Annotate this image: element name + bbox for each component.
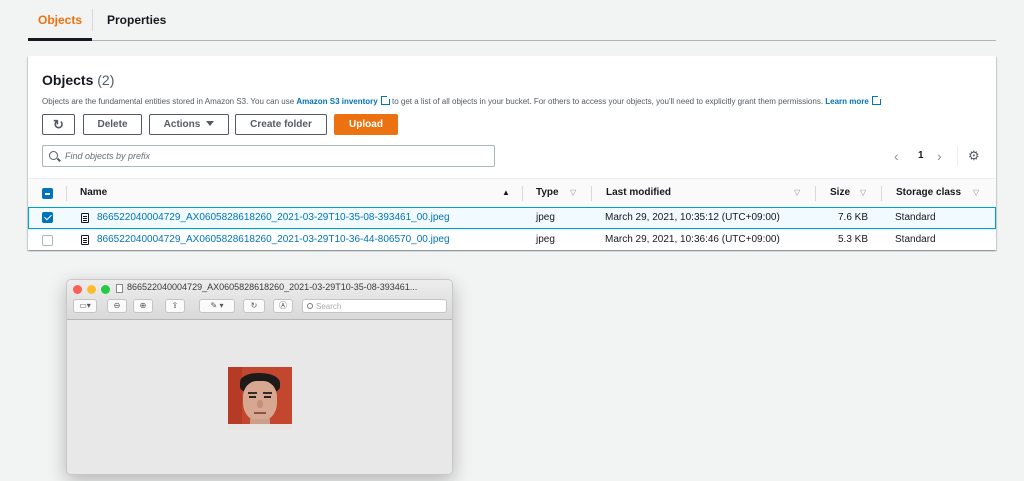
face-photo: [228, 367, 292, 430]
object-type: jpeg: [536, 212, 555, 223]
object-last-modified: March 29, 2021, 10:36:46 (UTC+09:00): [605, 234, 780, 245]
column-divider: [815, 186, 816, 201]
prev-page-button[interactable]: ‹: [894, 145, 899, 167]
row-checkbox[interactable]: [42, 212, 53, 223]
object-size: 7.6 KB: [838, 212, 869, 223]
learn-more-link[interactable]: Learn more: [825, 97, 869, 106]
object-count: (2): [97, 72, 115, 88]
object-size: 5.3 KB: [838, 234, 869, 245]
external-link-icon: [380, 95, 391, 105]
sort-ascending-icon[interactable]: ▲: [502, 179, 510, 207]
sort-icon[interactable]: ▽: [794, 179, 800, 207]
tab-bar: Objects Properties: [28, 0, 996, 41]
tab-objects[interactable]: Objects: [28, 0, 92, 41]
divider: [957, 146, 958, 166]
sort-icon[interactable]: ▽: [860, 179, 866, 207]
search-icon: [307, 303, 313, 309]
table-header: Name ▲ Type ▽ Last modified ▽ Size ▽ Sto…: [28, 178, 996, 208]
object-storage-class: Standard: [895, 234, 936, 245]
file-icon: [81, 235, 89, 245]
column-header-name[interactable]: Name: [80, 179, 107, 207]
preview-window: 866522040004729_AX0605828618260_2021-03-…: [66, 279, 453, 475]
document-icon: [116, 284, 123, 293]
select-all-checkbox[interactable]: [42, 188, 53, 199]
refresh-icon: ↻: [53, 117, 64, 132]
window-title: 866522040004729_AX0605828618260_2021-03-…: [127, 282, 418, 292]
upload-button[interactable]: Upload: [334, 114, 398, 135]
table-row[interactable]: 866522040004729_AX0605828618260_2021-03-…: [28, 207, 996, 229]
search-box: [42, 145, 495, 167]
object-name-link[interactable]: 866522040004729_AX0605828618260_2021-03-…: [97, 230, 450, 250]
column-divider: [66, 186, 67, 201]
s3-inventory-link[interactable]: Amazon S3 inventory: [296, 97, 377, 106]
preview-canvas: [67, 320, 452, 474]
row-checkbox[interactable]: [42, 235, 53, 246]
tab-properties[interactable]: Properties: [92, 9, 166, 31]
object-storage-class: Standard: [895, 212, 936, 223]
actions-button[interactable]: Actions: [149, 114, 229, 135]
zoom-in-icon[interactable]: ⊕: [133, 299, 153, 313]
description-text-1: Objects are the fundamental entities sto…: [42, 97, 297, 106]
close-window-button[interactable]: [73, 285, 82, 294]
page-number[interactable]: 1: [918, 145, 924, 167]
create-folder-button[interactable]: Create folder: [235, 114, 327, 135]
next-page-button[interactable]: ›: [937, 145, 942, 167]
window-titlebar[interactable]: 866522040004729_AX0605828618260_2021-03-…: [67, 280, 452, 320]
zoom-window-button[interactable]: [101, 285, 110, 294]
actions-label: Actions: [163, 119, 201, 130]
column-divider: [881, 186, 882, 201]
object-type: jpeg: [536, 234, 555, 245]
preview-search-input[interactable]: [316, 301, 441, 311]
file-icon: [81, 213, 89, 223]
sort-icon[interactable]: ▽: [570, 179, 576, 207]
panel-title: Objects (2): [42, 72, 114, 88]
markup-pen-icon[interactable]: ✎ ▾: [199, 299, 235, 313]
objects-panel: Objects (2) Objects are the fundamental …: [28, 56, 996, 250]
object-last-modified: March 29, 2021, 10:35:12 (UTC+09:00): [605, 212, 780, 223]
sort-icon[interactable]: ▽: [973, 179, 979, 207]
column-divider: [522, 186, 523, 201]
caret-down-icon: [206, 121, 215, 126]
column-header-last-modified[interactable]: Last modified: [606, 179, 671, 207]
external-link-icon: [871, 95, 882, 105]
settings-gear-icon[interactable]: ⚙: [968, 148, 980, 164]
refresh-button[interactable]: ↻: [42, 114, 75, 135]
object-name-link[interactable]: 866522040004729_AX0605828618260_2021-03-…: [97, 208, 450, 228]
search-input[interactable]: [65, 148, 485, 164]
column-divider: [591, 186, 592, 201]
search-icon: [49, 151, 58, 160]
share-icon[interactable]: ⇪: [165, 299, 185, 313]
column-header-storage-class[interactable]: Storage class: [896, 179, 961, 207]
description-text-2: to get a list of all objects in your buc…: [389, 97, 826, 106]
annotate-icon[interactable]: Ⓐ: [273, 299, 293, 313]
table-row[interactable]: 866522040004729_AX0605828618260_2021-03-…: [28, 229, 996, 251]
delete-button[interactable]: Delete: [83, 114, 142, 135]
sidebar-toggle-icon[interactable]: ▭▾: [73, 299, 97, 313]
panel-description: Objects are the fundamental entities sto…: [42, 95, 882, 106]
column-header-type[interactable]: Type: [536, 179, 559, 207]
preview-search-box: [302, 299, 447, 313]
column-header-size[interactable]: Size: [830, 179, 850, 207]
rotate-icon[interactable]: ↻: [243, 299, 265, 313]
zoom-out-icon[interactable]: ⊖: [107, 299, 127, 313]
panel-title-text: Objects: [42, 72, 94, 88]
minimize-window-button[interactable]: [87, 285, 96, 294]
